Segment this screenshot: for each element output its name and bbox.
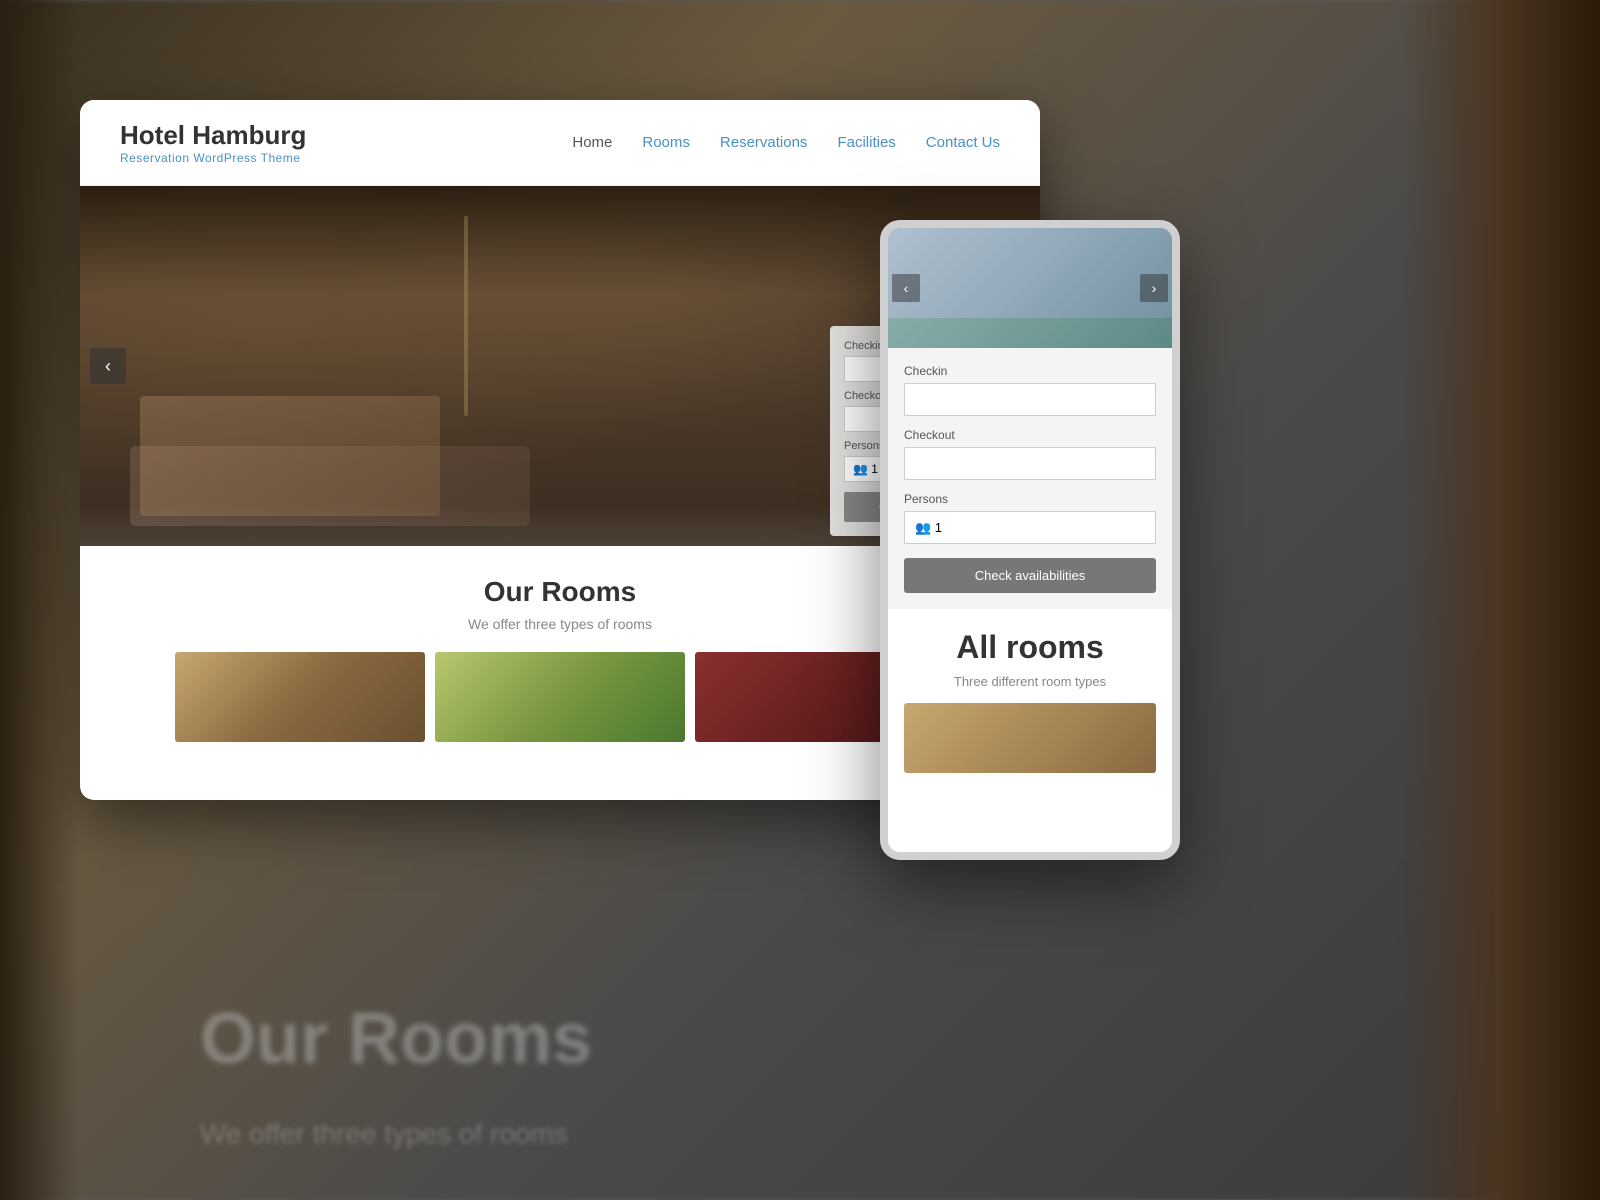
tablet-checkin-label: Checkin bbox=[904, 364, 1156, 378]
bg-left-shadow bbox=[0, 0, 80, 1200]
tablet-rooms-section: All rooms Three different room types bbox=[888, 609, 1172, 793]
main-nav: Home Rooms Reservations Facilities Conta… bbox=[572, 134, 1000, 151]
tablet-checkout-input[interactable] bbox=[904, 447, 1156, 480]
tablet-slider-next[interactable]: › bbox=[1140, 274, 1168, 302]
tablet-rooms-heading: All rooms bbox=[904, 629, 1156, 666]
tablet-checkin-input[interactable] bbox=[904, 383, 1156, 416]
logo-subtitle: Reservation WordPress Theme bbox=[120, 151, 306, 165]
slider-prev-button[interactable]: ‹ bbox=[90, 348, 126, 384]
rooms-subheading-desktop: We offer three types of rooms bbox=[120, 616, 1000, 632]
logo-title: Hotel Hamburg bbox=[120, 120, 306, 151]
bg-right-shadow bbox=[1400, 0, 1600, 1200]
tablet-persons-label: Persons bbox=[904, 492, 1156, 506]
tablet-booking-widget: Checkin Checkout Persons Check availabil… bbox=[888, 348, 1172, 609]
tablet-prev-icon: ‹ bbox=[904, 280, 909, 296]
nav-home[interactable]: Home bbox=[572, 134, 612, 151]
tablet-mockup: ‹ › Checkin Checkout Persons Check avail… bbox=[880, 220, 1180, 860]
nav-contact[interactable]: Contact Us bbox=[926, 134, 1000, 151]
nav-facilities[interactable]: Facilities bbox=[837, 134, 895, 151]
tablet-checkout-label: Checkout bbox=[904, 428, 1156, 442]
nav-rooms[interactable]: Rooms bbox=[642, 134, 690, 151]
site-header: Hotel Hamburg Reservation WordPress Them… bbox=[80, 100, 1040, 186]
site-logo: Hotel Hamburg Reservation WordPress Them… bbox=[120, 120, 306, 165]
tablet-check-availability-button[interactable]: Check availabilities bbox=[904, 558, 1156, 593]
tablet-rooms-subheading: Three different room types bbox=[904, 674, 1156, 689]
room-thumb-2[interactable] bbox=[435, 652, 685, 742]
furniture-decoration bbox=[140, 396, 440, 516]
lamp-decoration bbox=[464, 216, 468, 416]
prev-icon: ‹ bbox=[105, 356, 111, 377]
tablet-persons-input[interactable] bbox=[904, 511, 1156, 544]
room-thumbnails bbox=[120, 652, 1000, 742]
tablet-room-thumb[interactable] bbox=[904, 703, 1156, 773]
blurry-text-heading: Our Rooms bbox=[200, 998, 592, 1080]
tablet-hero: ‹ › bbox=[888, 228, 1172, 348]
tablet-next-icon: › bbox=[1152, 280, 1157, 296]
nav-reservations[interactable]: Reservations bbox=[720, 134, 808, 151]
tablet-slider-prev[interactable]: ‹ bbox=[892, 274, 920, 302]
tablet-inner: ‹ › Checkin Checkout Persons Check avail… bbox=[888, 228, 1172, 852]
room-thumb-1[interactable] bbox=[175, 652, 425, 742]
rooms-heading-desktop: Our Rooms bbox=[120, 576, 1000, 608]
blurry-text-sub: We offer three types of rooms bbox=[200, 1118, 568, 1150]
